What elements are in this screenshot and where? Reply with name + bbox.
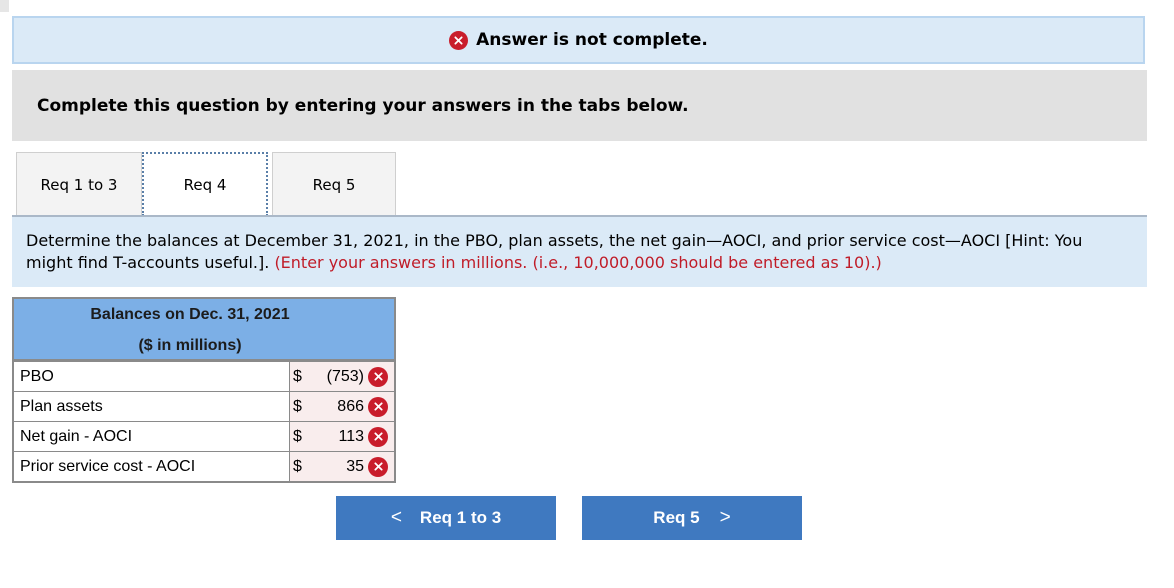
next-button-label: Req 5 [653, 508, 700, 527]
question-prompt: Determine the balances at December 31, 2… [12, 217, 1147, 287]
table-header: Balances on Dec. 31, 2021 ($ in millions… [14, 299, 394, 361]
tab-req-1-to-3[interactable]: Req 1 to 3 [16, 152, 142, 216]
tab-label: Req 1 to 3 [40, 175, 118, 194]
input-value: 866 [337, 397, 364, 415]
input-value: (753) [326, 367, 364, 385]
pbo-input[interactable]: $ (753) [289, 362, 394, 391]
tab-req-5[interactable]: Req 5 [272, 152, 396, 216]
answer-status-banner: Answer is not complete. [12, 16, 1145, 64]
currency-symbol: $ [293, 397, 302, 415]
next-req-button[interactable]: Req 5 > [582, 496, 802, 540]
prior-service-cost-input[interactable]: $ 35 [289, 452, 394, 481]
table-header-units: ($ in millions) [138, 337, 242, 354]
chevron-right-icon: > [719, 507, 731, 528]
x-circle-icon [368, 426, 388, 447]
net-gain-aoci-input[interactable]: $ 113 [289, 422, 394, 451]
input-value: 113 [338, 427, 364, 445]
table-row: Prior service cost - AOCI $ 35 [14, 451, 394, 481]
x-circle-icon [449, 30, 469, 50]
currency-symbol: $ [293, 427, 302, 445]
balances-table: Balances on Dec. 31, 2021 ($ in millions… [12, 297, 396, 483]
table-header-title: Balances on Dec. 31, 2021 [90, 306, 290, 323]
input-value: 35 [346, 457, 364, 475]
row-label: Prior service cost - AOCI [20, 457, 196, 475]
prev-button-label: Req 1 to 3 [419, 508, 502, 527]
x-circle-icon [368, 366, 388, 387]
currency-symbol: $ [293, 457, 302, 475]
tab-label: Req 4 [183, 176, 227, 194]
plan-assets-input[interactable]: $ 866 [289, 392, 394, 421]
currency-symbol: $ [293, 367, 302, 385]
status-text: Answer is not complete. [476, 30, 708, 50]
chevron-left-icon: < [390, 507, 402, 528]
question-note: (Enter your answers in millions. (i.e., … [274, 253, 882, 272]
instruction-banner: Complete this question by entering your … [12, 70, 1147, 141]
table-row: Net gain - AOCI $ 113 [14, 421, 394, 451]
row-label: Net gain - AOCI [20, 427, 133, 445]
tab-label: Req 5 [312, 175, 356, 194]
table-row: PBO $ (753) [14, 361, 394, 391]
table-row: Plan assets $ 866 [14, 391, 394, 421]
x-circle-icon [368, 456, 388, 477]
window-edge [0, 0, 9, 12]
x-circle-icon [368, 396, 388, 417]
tab-req-4[interactable]: Req 4 [142, 152, 268, 216]
row-label: PBO [20, 367, 54, 385]
row-label: Plan assets [20, 397, 103, 415]
instruction-text: Complete this question by entering your … [37, 95, 689, 116]
prev-req-button[interactable]: < Req 1 to 3 [336, 496, 556, 540]
